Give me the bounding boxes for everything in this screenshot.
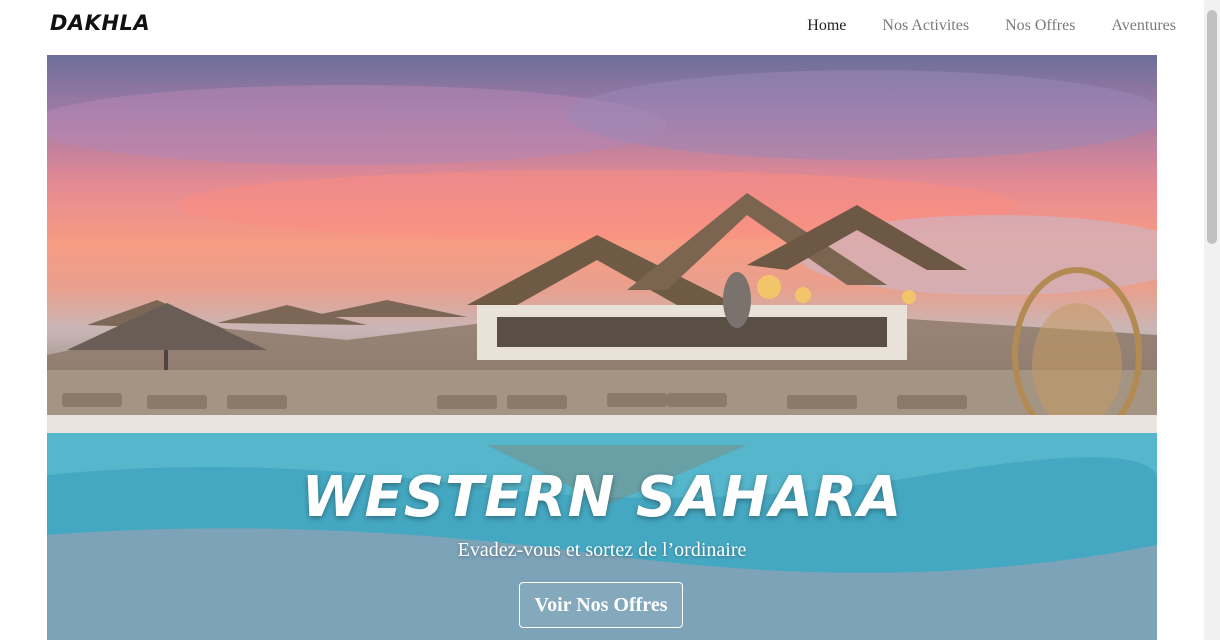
nav-link-home[interactable]: Home — [807, 17, 846, 35]
page-scrollbar[interactable] — [1204, 0, 1220, 640]
nav-link-nos-activites[interactable]: Nos Activites — [882, 17, 969, 35]
scrollbar-thumb[interactable] — [1207, 10, 1217, 244]
hero-title: WESTERN SAHARA — [301, 465, 903, 530]
top-navbar: DAKHLA Home Nos Activites Nos Offres Ave… — [0, 0, 1204, 55]
nav-link-nos-offres[interactable]: Nos Offres — [1005, 17, 1075, 35]
site-logo[interactable]: DAKHLA — [50, 11, 150, 35]
hero-section: WESTERN SAHARA Evadez-vous et sortez de … — [47, 55, 1157, 640]
nav-link-aventures[interactable]: Aventures — [1111, 17, 1176, 35]
nav-links: Home Nos Activites Nos Offres Aventures — [807, 17, 1176, 35]
hero-subtitle: Evadez-vous et sortez de l’ordinaire — [457, 539, 747, 561]
voir-nos-offres-button[interactable]: Voir Nos Offres — [519, 582, 683, 628]
